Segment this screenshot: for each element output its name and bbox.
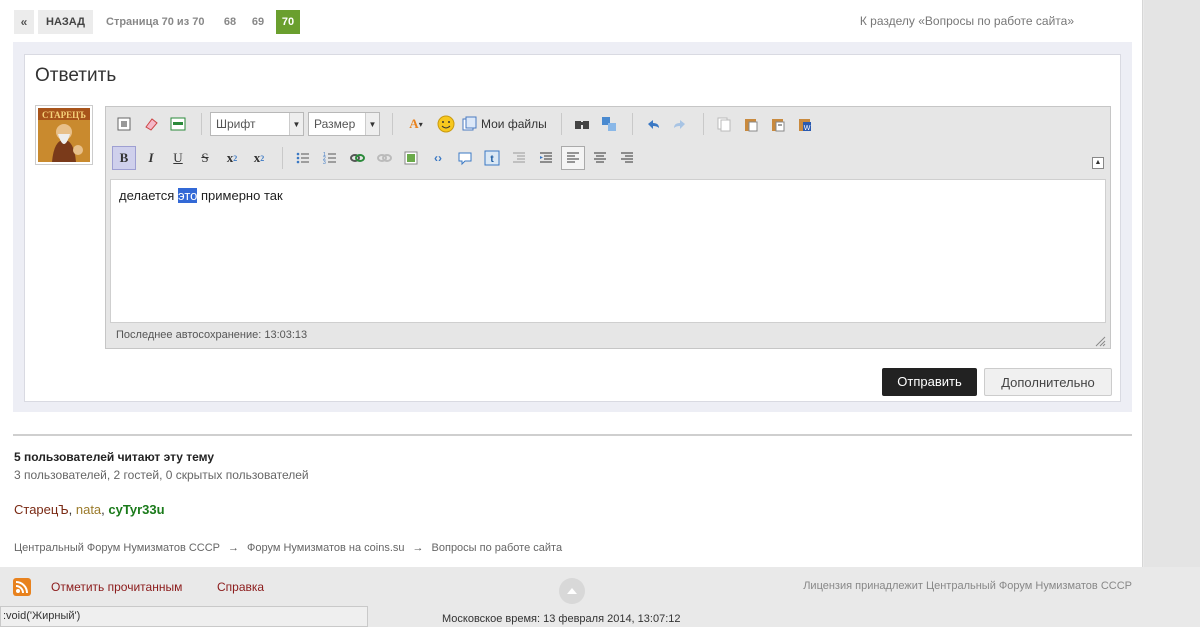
section-link[interactable]: К разделу «Вопросы по работе сайта» bbox=[860, 14, 1074, 28]
mark-read-link[interactable]: Отметить прочитанным bbox=[51, 580, 182, 594]
toolbar-separator bbox=[201, 113, 202, 135]
font-select[interactable]: Шрифт ▼ bbox=[210, 112, 304, 136]
toolbar-separator bbox=[392, 113, 393, 135]
my-files-label: Мои файлы bbox=[481, 117, 547, 131]
bold-icon[interactable]: B bbox=[112, 146, 136, 170]
eraser-icon[interactable] bbox=[139, 112, 163, 136]
submit-button[interactable]: Отправить bbox=[882, 368, 977, 396]
back-button[interactable]: НАЗАД bbox=[38, 10, 93, 34]
breadcrumb: Центральный Форум Нумизматов СССР → Форум … bbox=[14, 542, 562, 554]
svg-text:3: 3 bbox=[323, 160, 326, 166]
toolbar-separator bbox=[702, 113, 704, 135]
select-all-icon[interactable] bbox=[166, 112, 190, 136]
reply-section: Ответить СТАРЕЦЪ Шрифт ▼ Размер ▼ A ▾ Мо… bbox=[13, 42, 1132, 412]
breadcrumb-item[interactable]: Вопросы по работе сайта bbox=[432, 542, 563, 554]
more-options-button[interactable]: Дополнительно bbox=[984, 368, 1112, 396]
align-left-icon[interactable] bbox=[561, 146, 585, 170]
toolbar-row-2: B I U S x2 x2 123 ‹› t bbox=[112, 145, 642, 171]
subscript-icon[interactable]: x2 bbox=[220, 146, 244, 170]
editor-text-before: делается bbox=[119, 188, 175, 203]
strikethrough-icon[interactable]: S bbox=[193, 146, 217, 170]
underline-icon[interactable]: U bbox=[166, 146, 190, 170]
font-select-label: Шрифт bbox=[216, 117, 256, 131]
redo-icon[interactable] bbox=[668, 112, 692, 136]
indent-icon[interactable] bbox=[534, 146, 558, 170]
superscript-icon[interactable]: x2 bbox=[247, 146, 271, 170]
my-files-button[interactable]: Мои файлы bbox=[461, 116, 547, 132]
size-select-label: Размер bbox=[314, 117, 356, 131]
undo-icon[interactable] bbox=[641, 112, 665, 136]
bulleted-list-icon[interactable] bbox=[291, 146, 315, 170]
page: « НАЗАД Страница 70 из 70 68 69 70 К раз… bbox=[0, 0, 1143, 567]
chevron-down-icon: ▼ bbox=[365, 113, 379, 135]
license-text: Лицензия принадлежит Центральный Форум Н… bbox=[803, 580, 1132, 592]
page-info: Страница 70 из 70 bbox=[106, 16, 205, 28]
current-page: 70 bbox=[276, 10, 300, 34]
rich-text-editor: Шрифт ▼ Размер ▼ A ▾ Мои файлы W B I U S… bbox=[105, 106, 1111, 349]
editor-selected-text: это bbox=[177, 188, 198, 203]
first-page-button[interactable]: « bbox=[14, 10, 34, 34]
align-center-icon[interactable] bbox=[588, 146, 612, 170]
reply-title: Ответить bbox=[35, 65, 117, 86]
readers-detail: 3 пользователей, 2 гостей, 0 скрытых пол… bbox=[14, 468, 309, 482]
copy-icon[interactable] bbox=[712, 112, 736, 136]
svg-text:W: W bbox=[803, 125, 810, 132]
text-color-icon[interactable]: A ▾ bbox=[401, 112, 431, 136]
breadcrumb-item[interactable]: Центральный Форум Нумизматов СССР bbox=[14, 542, 220, 554]
code-icon[interactable]: ‹› bbox=[426, 146, 450, 170]
message-textarea[interactable]: делается это примерно так bbox=[110, 179, 1106, 323]
chevron-down-icon: ▼ bbox=[289, 113, 303, 135]
arrow-right-icon: → bbox=[412, 542, 424, 554]
separator: , bbox=[68, 502, 76, 517]
toolbar-separator bbox=[282, 147, 283, 169]
page-link-68[interactable]: 68 bbox=[218, 10, 242, 34]
avatar: СТАРЕЦЪ bbox=[35, 105, 93, 165]
twitter-icon[interactable]: t bbox=[480, 146, 504, 170]
find-icon[interactable] bbox=[570, 112, 594, 136]
toolbar-row-1: Шрифт ▼ Размер ▼ A ▾ Мои файлы W bbox=[112, 111, 820, 137]
paste-word-icon[interactable]: W bbox=[793, 112, 817, 136]
unlink-icon[interactable] bbox=[372, 146, 396, 170]
svg-text:СТАРЕЦЪ: СТАРЕЦЪ bbox=[42, 110, 86, 120]
italic-icon[interactable]: I bbox=[139, 146, 163, 170]
size-select[interactable]: Размер ▼ bbox=[308, 112, 380, 136]
readers-list: СтарецЪ, nata, cyTyr33u bbox=[14, 502, 165, 517]
autosave-status: Последнее автосохранение: 13:03:13 bbox=[116, 329, 308, 341]
browser-status-bar: :void('Жирный') bbox=[0, 606, 368, 627]
page-link-69[interactable]: 69 bbox=[246, 10, 270, 34]
toolbar-separator bbox=[631, 113, 633, 135]
paste-text-icon[interactable] bbox=[766, 112, 790, 136]
user-link[interactable]: nata bbox=[76, 502, 101, 517]
user-link[interactable]: cyTyr33u bbox=[108, 502, 164, 517]
collapse-toolbar-icon[interactable]: ▲ bbox=[1092, 157, 1104, 169]
editor-text-after: примерно так bbox=[201, 188, 283, 203]
reply-box: Ответить СТАРЕЦЪ Шрифт ▼ Размер ▼ A ▾ Мо… bbox=[24, 54, 1121, 402]
numbered-list-icon[interactable]: 123 bbox=[318, 146, 342, 170]
link-icon[interactable] bbox=[345, 146, 369, 170]
help-link[interactable]: Справка bbox=[217, 580, 264, 594]
align-right-icon[interactable] bbox=[615, 146, 639, 170]
rss-icon[interactable] bbox=[13, 578, 31, 596]
divider bbox=[13, 434, 1132, 436]
source-mode-icon[interactable] bbox=[112, 112, 136, 136]
outdent-icon[interactable] bbox=[507, 146, 531, 170]
server-time: Московское время: 13 февраля 2014, 13:07… bbox=[442, 613, 681, 625]
user-link[interactable]: СтарецЪ bbox=[14, 502, 69, 517]
quote-icon[interactable] bbox=[453, 146, 477, 170]
resize-grip-icon[interactable] bbox=[1094, 334, 1106, 347]
paste-icon[interactable] bbox=[739, 112, 763, 136]
breadcrumb-item[interactable]: Форум Нумизматов на coins.su bbox=[247, 542, 405, 554]
smiley-icon[interactable] bbox=[434, 112, 458, 136]
scroll-to-top-button[interactable] bbox=[559, 578, 585, 604]
replace-icon[interactable] bbox=[597, 112, 621, 136]
files-icon bbox=[462, 116, 477, 131]
arrow-right-icon: → bbox=[228, 542, 240, 554]
toolbar-separator bbox=[560, 113, 562, 135]
image-icon[interactable] bbox=[399, 146, 423, 170]
page-background bbox=[1144, 0, 1200, 567]
readers-title: 5 пользователей читают эту тему bbox=[14, 450, 215, 464]
